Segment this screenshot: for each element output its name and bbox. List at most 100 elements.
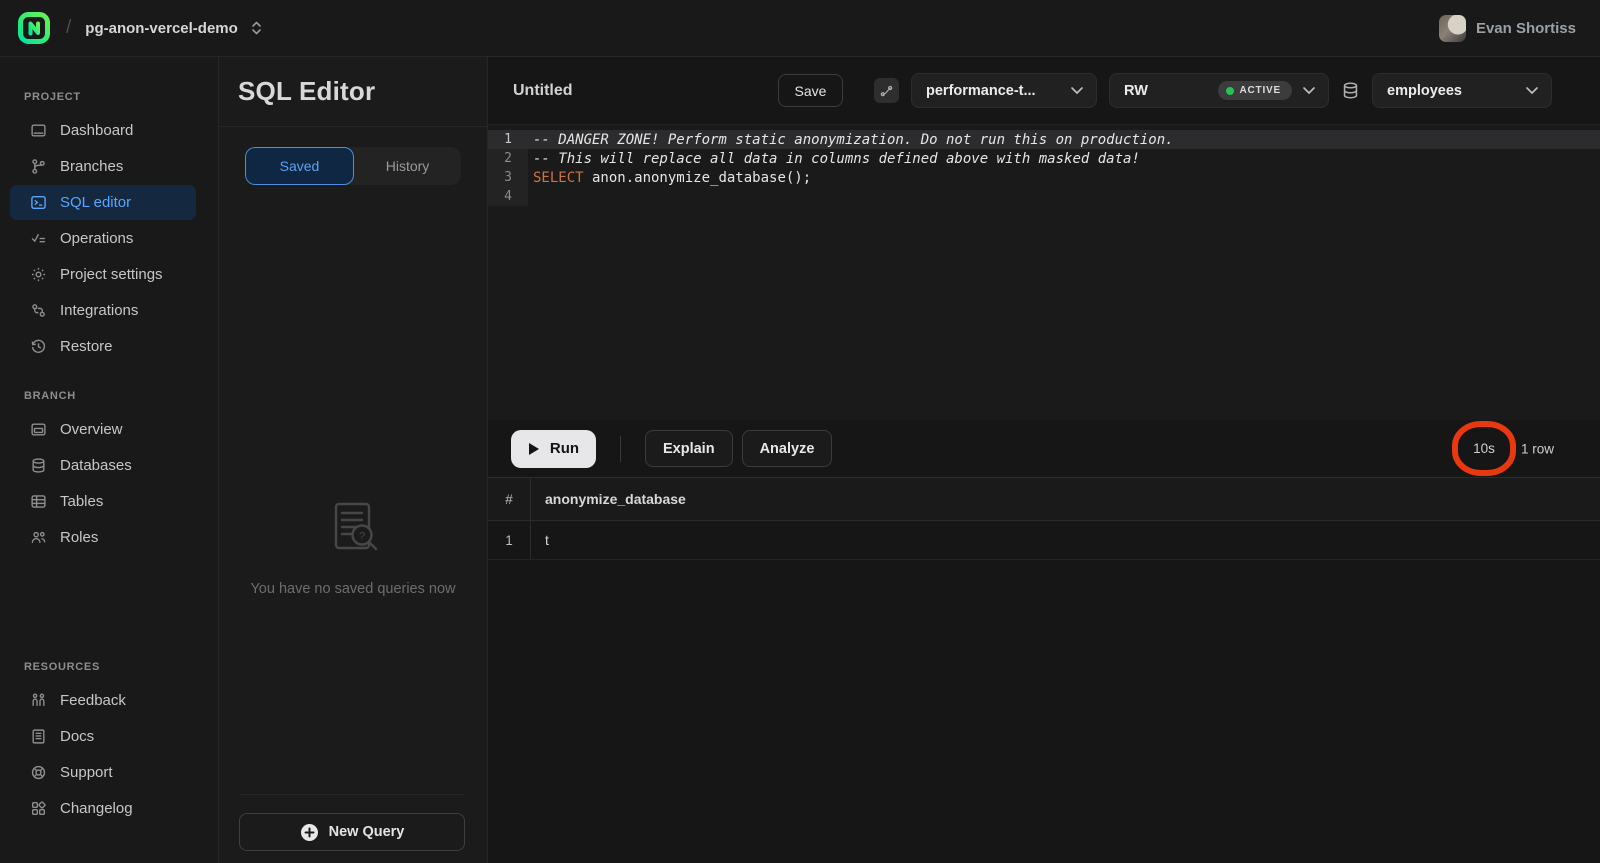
sidebar-item-tables[interactable]: Tables — [10, 484, 196, 519]
row-index-cell: 1 — [488, 521, 531, 559]
database-selector[interactable]: employees — [1372, 73, 1552, 108]
red-annotation-circle: 10s — [1452, 421, 1516, 476]
query-title[interactable]: Untitled — [513, 82, 573, 100]
code-text: -- DANGER ZONE! Perform static anonymiza… — [528, 132, 1174, 148]
changelog-icon — [30, 800, 47, 817]
branch-compute-icon[interactable] — [874, 78, 899, 103]
project-selector-icon[interactable] — [250, 19, 263, 37]
sql-editor-panel: Untitled Save performance-t... RW ACTIVE — [487, 57, 1600, 863]
sql-keyword: SELECT — [533, 170, 584, 186]
code-line[interactable]: 1 -- DANGER ZONE! Perform static anonymi… — [488, 130, 1600, 149]
sidebar-item-label: Integrations — [60, 302, 138, 319]
code-editor[interactable]: 1 -- DANGER ZONE! Perform static anonymi… — [488, 124, 1600, 420]
sidebar-section-branch: BRANCH — [24, 390, 218, 402]
sidebar-item-label: Dashboard — [60, 122, 133, 139]
databases-icon — [30, 457, 47, 474]
row-value-cell: t — [531, 532, 549, 548]
chevron-down-icon — [1525, 86, 1539, 95]
saved-queries-panel: SQL Editor Saved History ? You have no s… — [218, 57, 487, 863]
status-badge: ACTIVE — [1218, 81, 1292, 100]
sidebar-item-operations[interactable]: Operations — [10, 221, 196, 256]
branches-icon — [30, 158, 47, 175]
sidebar-item-label: Operations — [60, 230, 133, 247]
line-number: 2 — [488, 149, 528, 168]
table-row[interactable]: 1 t — [488, 521, 1600, 560]
endpoint-selector-value: RW — [1124, 83, 1148, 99]
top-bar: / pg-anon-vercel-demo Evan Shortiss — [0, 0, 1600, 57]
editor-header: Untitled Save performance-t... RW ACTIVE — [488, 57, 1600, 124]
saved-panel-header: SQL Editor — [219, 57, 487, 127]
feedback-icon — [30, 692, 47, 709]
sidebar-item-changelog[interactable]: Changelog — [10, 791, 196, 826]
svg-text:?: ? — [359, 531, 365, 543]
sidebar-item-feedback[interactable]: Feedback — [10, 683, 196, 718]
neon-logo-icon[interactable] — [16, 10, 52, 46]
integrations-icon — [30, 302, 47, 319]
new-query-label: New Query — [329, 824, 405, 840]
tab-saved[interactable]: Saved — [245, 147, 354, 185]
run-label: Run — [550, 440, 579, 457]
chevron-down-icon — [1070, 86, 1084, 95]
sidebar-item-databases[interactable]: Databases — [10, 448, 196, 483]
results-col-name: anonymize_database — [531, 491, 686, 507]
sidebar-item-restore[interactable]: Restore — [10, 329, 196, 364]
sidebar-item-label: Feedback — [60, 692, 126, 709]
sidebar-item-dashboard[interactable]: Dashboard — [10, 113, 196, 148]
connection-selectors: performance-t... RW ACTIVE — [874, 73, 1552, 108]
branch-selector[interactable]: performance-t... — [911, 73, 1097, 108]
sidebar-item-label: Project settings — [60, 266, 163, 283]
sidebar-item-docs[interactable]: Docs — [10, 719, 196, 754]
code-text: -- This will replace all data in columns… — [528, 151, 1140, 167]
query-duration: 10s — [1473, 441, 1495, 456]
results-col-index: # — [488, 478, 531, 520]
docs-icon — [30, 728, 47, 745]
toolbar-divider — [620, 436, 621, 462]
play-icon — [528, 442, 540, 456]
run-button[interactable]: Run — [511, 430, 596, 468]
active-status-label: ACTIVE — [1240, 85, 1281, 96]
sidebar-item-label: Databases — [60, 457, 132, 474]
support-icon — [30, 764, 47, 781]
sidebar-item-label: Roles — [60, 529, 98, 546]
sidebar-item-overview[interactable]: Overview — [10, 412, 196, 447]
plus-icon — [300, 823, 319, 842]
results-header-row: # anonymize_database — [488, 477, 1600, 521]
roles-icon — [30, 529, 47, 546]
explain-button[interactable]: Explain — [645, 430, 733, 467]
line-number: 3 — [488, 168, 528, 187]
tables-icon — [30, 493, 47, 510]
avatar[interactable] — [1439, 15, 1466, 42]
empty-state: ? You have no saved queries now — [219, 495, 487, 597]
tab-history[interactable]: History — [354, 147, 461, 185]
save-button[interactable]: Save — [778, 74, 844, 107]
active-status-dot — [1226, 87, 1234, 95]
endpoint-selector[interactable]: RW ACTIVE — [1109, 73, 1329, 108]
new-query-button[interactable]: New Query — [239, 813, 465, 851]
no-queries-illustration-icon: ? — [219, 495, 487, 567]
user-menu[interactable]: Evan Shortiss — [1439, 15, 1576, 42]
code-line[interactable]: 4 — [488, 187, 1600, 206]
results-table: # anonymize_database 1 t — [488, 477, 1600, 560]
dashboard-icon — [30, 122, 47, 139]
sidebar-item-label: Changelog — [60, 800, 133, 817]
sidebar-item-integrations[interactable]: Integrations — [10, 293, 196, 328]
branch-selector-value: performance-t... — [926, 83, 1036, 99]
sidebar-section-project: PROJECT — [24, 91, 218, 103]
chevron-down-icon — [1302, 86, 1316, 95]
sidebar-item-sql-editor[interactable]: SQL editor — [10, 185, 196, 220]
operations-icon — [30, 230, 47, 247]
sql-editor-icon — [30, 194, 47, 211]
row-count: 1 row — [1521, 441, 1554, 456]
code-line[interactable]: 3 SELECT anon.anonymize_database(); — [488, 168, 1600, 187]
code-line[interactable]: 2 -- This will replace all data in colum… — [488, 149, 1600, 168]
sidebar-item-roles[interactable]: Roles — [10, 520, 196, 555]
breadcrumb[interactable]: pg-anon-vercel-demo — [85, 20, 238, 37]
saved-history-tabs: Saved History — [245, 147, 461, 185]
sidebar-item-label: Branches — [60, 158, 123, 175]
sidebar-item-support[interactable]: Support — [10, 755, 196, 790]
database-icon — [1341, 81, 1360, 100]
analyze-button[interactable]: Analyze — [742, 430, 833, 467]
sidebar-item-branches[interactable]: Branches — [10, 149, 196, 184]
sidebar-item-project-settings[interactable]: Project settings — [10, 257, 196, 292]
overview-icon — [30, 421, 47, 438]
